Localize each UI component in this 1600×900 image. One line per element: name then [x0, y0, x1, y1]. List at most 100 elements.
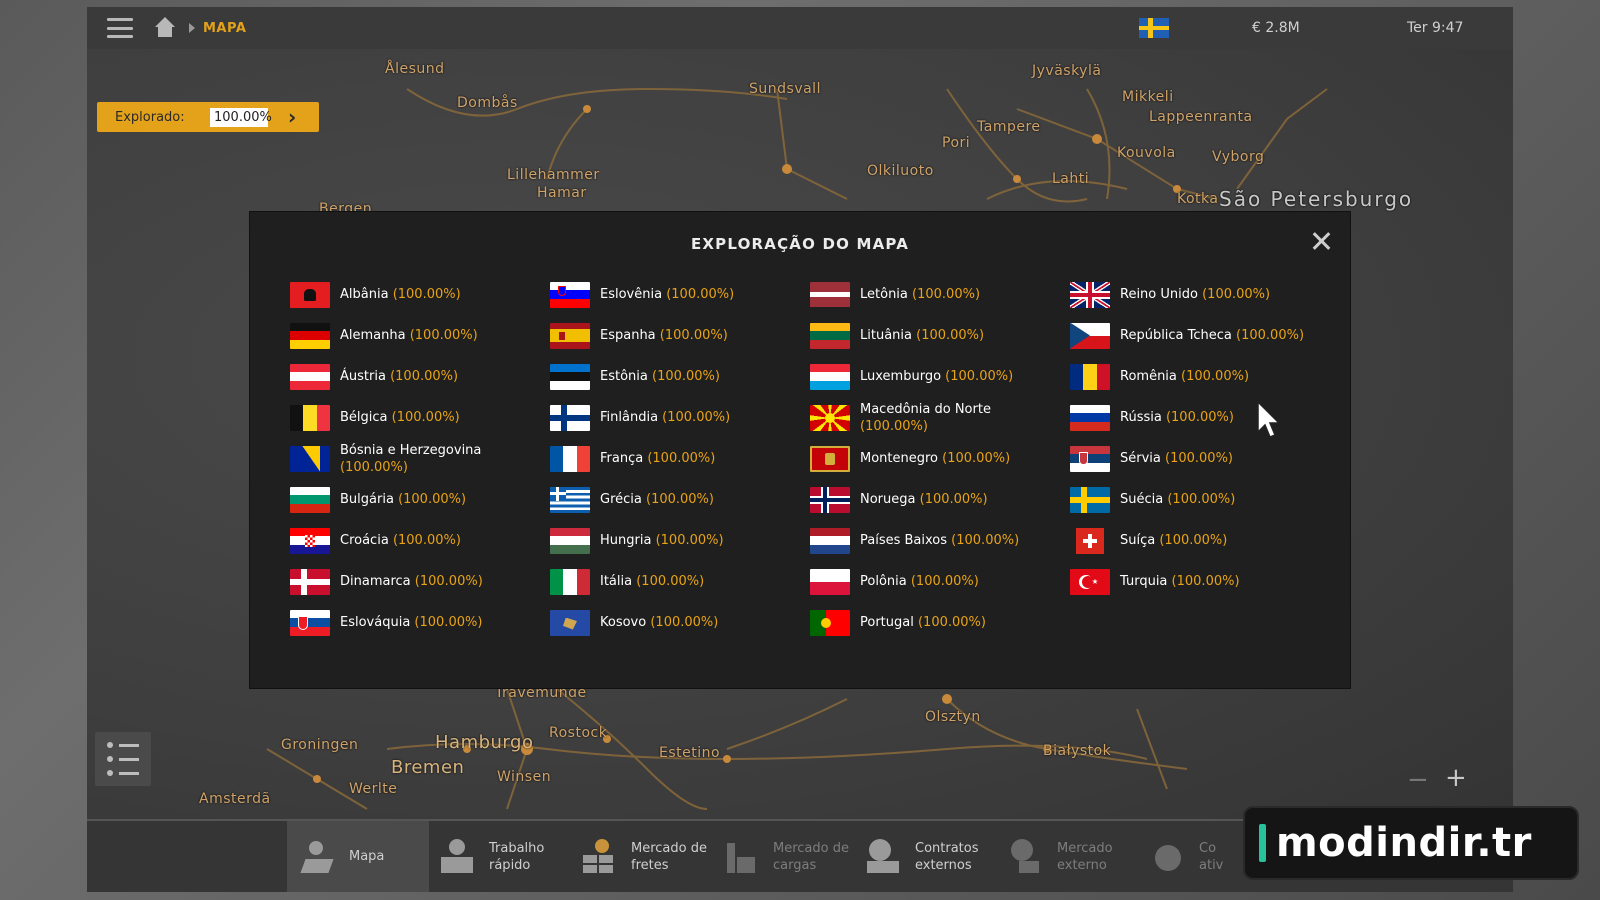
- country-name: Dinamarca: [340, 574, 411, 589]
- montenegro-flag-icon: [810, 445, 850, 472]
- country-label: Romênia (100.00%): [1120, 368, 1320, 385]
- map-label: Białystok: [1043, 743, 1112, 759]
- game-clock: Ter 9:47: [1407, 20, 1464, 36]
- country-name: Finlândia: [600, 410, 659, 425]
- country-item: Polônia (100.00%): [810, 561, 1070, 602]
- slovenia-flag-icon: [550, 281, 590, 308]
- country-name: Polônia: [860, 574, 907, 589]
- macedonia-flag-icon: [810, 404, 850, 431]
- country-percent: (100.00%): [650, 615, 719, 630]
- country-percent: (100.00%): [398, 492, 467, 507]
- country-label: Suíça (100.00%): [1120, 532, 1320, 549]
- country-percent: (100.00%): [910, 574, 979, 589]
- country-label: Eslovênia (100.00%): [600, 286, 800, 303]
- map-label: Bremen: [391, 757, 465, 778]
- country-item: Finlândia (100.00%): [550, 397, 810, 438]
- country-label: Albânia (100.00%): [340, 286, 540, 303]
- list-icon: [107, 742, 113, 748]
- country-name: Bélgica: [340, 410, 388, 425]
- country-item: Bósnia e Herzegovina (100.00%): [290, 438, 550, 479]
- country-percent: (100.00%): [662, 410, 731, 425]
- country-label: Finlândia (100.00%): [600, 409, 800, 426]
- country-name: Itália: [600, 574, 633, 589]
- map-label: Mikkeli: [1122, 89, 1174, 105]
- country-item: Eslováquia (100.00%): [290, 602, 550, 643]
- country-item: Romênia (100.00%): [1070, 356, 1330, 397]
- country-percent: (100.00%): [391, 410, 460, 425]
- country-item: Bulgária (100.00%): [290, 479, 550, 520]
- country-percent: (100.00%): [1167, 492, 1236, 507]
- watermark-logo: modindir.tr: [1243, 806, 1579, 880]
- country-percent: (100.00%): [659, 328, 728, 343]
- nav-active-contracts[interactable]: Co ativ: [1149, 821, 1249, 892]
- nav-freight-market[interactable]: Mercado de fretes: [581, 821, 723, 892]
- lithuania-flag-icon: [810, 322, 850, 349]
- country-label: Sérvia (100.00%): [1120, 450, 1320, 467]
- nav-external-contracts[interactable]: Contratos externos: [865, 821, 1007, 892]
- croatia-flag-icon: [290, 527, 330, 554]
- country-label: Dinamarca (100.00%): [340, 573, 540, 590]
- country-percent: (100.00%): [392, 533, 461, 548]
- country-label: Macedônia do Norte (100.00%): [860, 401, 1060, 435]
- country-name: Montenegro: [860, 451, 939, 466]
- country-item: Portugal (100.00%): [810, 602, 1070, 643]
- country-label: Reino Unido (100.00%): [1120, 286, 1320, 303]
- country-percent: (100.00%): [414, 615, 483, 630]
- netherlands-flag-icon: [810, 527, 850, 554]
- country-item: Rússia (100.00%): [1070, 397, 1330, 438]
- country-name: Grécia: [600, 492, 642, 507]
- nav-label: Mercado externo: [1057, 840, 1113, 873]
- map-label: Jyväskylä: [1032, 63, 1102, 79]
- country-percent: (100.00%): [646, 492, 714, 507]
- mouse-cursor-icon: [1257, 400, 1281, 438]
- country-label: Portugal (100.00%): [860, 614, 1060, 631]
- home-icon[interactable]: [153, 17, 177, 39]
- country-label: Áustria (100.00%): [340, 368, 540, 385]
- country-label: Bélgica (100.00%): [340, 409, 540, 426]
- country-item: Alemanha (100.00%): [290, 315, 550, 356]
- map-label: Lahti: [1052, 171, 1090, 187]
- country-percent: (100.00%): [951, 533, 1020, 548]
- country-label: Países Baixos (100.00%): [860, 532, 1060, 549]
- hamburger-menu-icon[interactable]: [107, 18, 133, 38]
- explored-label: Explorado:: [115, 109, 185, 125]
- bosnia-flag-icon: [290, 445, 330, 472]
- country-name: Hungria: [600, 533, 652, 548]
- legend-list-button[interactable]: [95, 732, 151, 786]
- latvia-flag-icon: [810, 281, 850, 308]
- country-percent: (100.00%): [1159, 533, 1228, 548]
- country-item: Croácia (100.00%): [290, 520, 550, 561]
- country-percent: (100.00%): [916, 328, 985, 343]
- country-percent: (100.00%): [1171, 574, 1240, 589]
- zoom-out-button[interactable]: −: [1407, 765, 1429, 795]
- map-label: Sundsvall: [749, 81, 821, 97]
- country-name: Luxemburgo: [860, 369, 942, 384]
- country-item: Itália (100.00%): [550, 561, 810, 602]
- country-label: Montenegro (100.00%): [860, 450, 1060, 467]
- country-name: Reino Unido: [1120, 287, 1198, 302]
- country-item: Turquia (100.00%): [1070, 561, 1330, 602]
- map-label: Winsen: [497, 769, 552, 785]
- map-label: Estetino: [659, 745, 721, 761]
- nav-external-market[interactable]: Mercado externo: [1007, 821, 1149, 892]
- nav-cargo-market[interactable]: Mercado de cargas: [723, 821, 865, 892]
- breadcrumb[interactable]: MAPA: [203, 21, 246, 36]
- zoom-in-button[interactable]: +: [1445, 763, 1467, 793]
- nav-map[interactable]: Mapa: [287, 821, 429, 892]
- country-label: Bulgária (100.00%): [340, 491, 540, 508]
- country-item: Kosovo (100.00%): [550, 602, 810, 643]
- country-percent: (100.00%): [1165, 451, 1233, 466]
- nav-quick-job[interactable]: Trabalho rápido: [439, 821, 581, 892]
- quick-job-icon: [439, 838, 475, 875]
- country-name: Lituânia: [860, 328, 912, 343]
- country-name: República Tcheca: [1120, 328, 1232, 343]
- freight-market-icon: [581, 838, 617, 875]
- close-icon[interactable]: [1310, 230, 1332, 252]
- country-label: Noruega (100.00%): [860, 491, 1060, 508]
- map-label: Lappeenranta: [1149, 109, 1253, 125]
- hungary-flag-icon: [550, 527, 590, 554]
- finland-flag-icon: [550, 404, 590, 431]
- country-name: Letônia: [860, 287, 908, 302]
- greece-flag-icon: [550, 486, 590, 513]
- chevron-right-icon[interactable]: ›: [288, 105, 296, 129]
